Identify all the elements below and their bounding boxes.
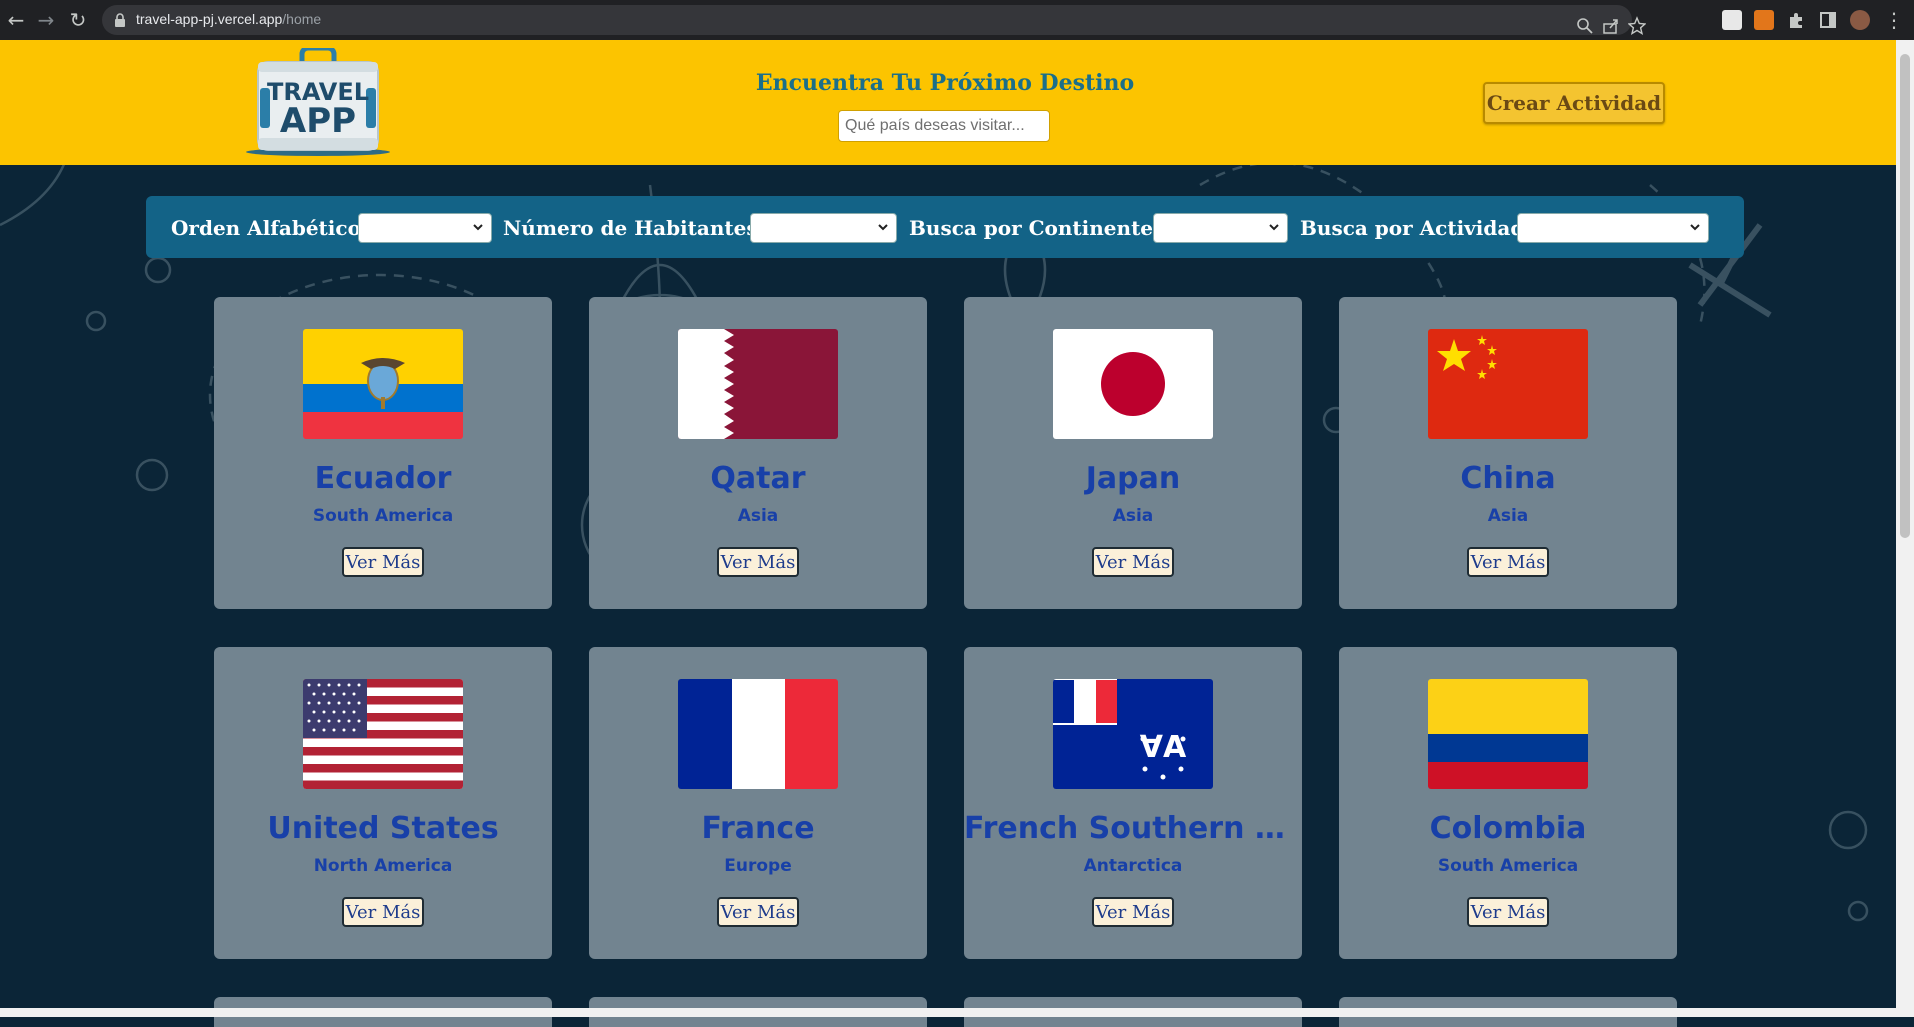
view-more-button[interactable]: Ver Más — [1467, 897, 1549, 927]
view-more-button[interactable]: Ver Más — [342, 547, 424, 577]
population-select[interactable] — [750, 213, 897, 243]
country-card[interactable]: United States North America Ver Más — [214, 647, 552, 959]
country-name: China — [1460, 461, 1556, 496]
country-card[interactable]: Japan Asia Ver Más — [964, 297, 1302, 609]
share-icon[interactable] — [1602, 16, 1620, 36]
bookmark-star-icon[interactable] — [1628, 16, 1646, 36]
scrollbar-thumb[interactable] — [1900, 54, 1910, 538]
view-more-button[interactable]: Ver Más — [717, 897, 799, 927]
view-more-button[interactable]: Ver Más — [1092, 547, 1174, 577]
side-panel-icon[interactable] — [1818, 10, 1838, 30]
vertical-scrollbar[interactable] — [1896, 40, 1914, 1017]
country-card[interactable]: ⱯA French Southern and ... Antarctica Ve… — [964, 647, 1302, 959]
reload-icon[interactable]: ↻ — [66, 8, 90, 32]
country-name: United States — [267, 811, 499, 846]
browser-toolbar: ← → ↻ travel-app-pj.vercel.app/home ⋮ — [0, 0, 1914, 40]
travel-app-logo[interactable]: TRAVEL APP — [244, 48, 394, 156]
chevron-down-icon — [878, 224, 888, 231]
country-continent: Asia — [1112, 506, 1154, 526]
country-name: Japan — [1085, 461, 1181, 496]
extensions-puzzle-icon[interactable] — [1786, 10, 1806, 30]
site-header: TRAVEL APP Encuentra Tu Próximo Destino … — [0, 40, 1896, 165]
filter-bar: Orden Alfabético Número de Habitantes Bu… — [146, 196, 1744, 258]
url-text: travel-app-pj.vercel.app/home — [136, 11, 322, 27]
colombia-flag — [1428, 679, 1588, 789]
country-card[interactable]: Ecuador South America Ver Más — [214, 297, 552, 609]
united-states-flag — [303, 679, 463, 789]
filter-label-alphabetical: Orden Alfabético — [171, 216, 361, 240]
country-card[interactable]: Qatar Asia Ver Más — [589, 297, 927, 609]
ecuador-flag — [303, 329, 463, 439]
country-continent: North America — [313, 856, 453, 876]
country-continent: Europe — [724, 856, 792, 876]
page-title: Encuentra Tu Próximo Destino — [755, 70, 1135, 96]
continent-select[interactable] — [1153, 213, 1288, 243]
japan-flag — [1053, 329, 1213, 439]
chevron-down-icon — [1269, 224, 1279, 231]
country-continent: Antarctica — [1083, 856, 1183, 876]
country-name: Colombia — [1429, 811, 1587, 846]
country-continent: South America — [312, 506, 454, 526]
country-card[interactable]: China Asia Ver Más — [1339, 297, 1677, 609]
metamask-extension-icon[interactable] — [1754, 10, 1774, 30]
view-more-button[interactable]: Ver Más — [717, 547, 799, 577]
menu-kebab-icon[interactable]: ⋮ — [1884, 8, 1904, 32]
country-search-input[interactable] — [838, 110, 1050, 142]
filter-label-continent: Busca por Continentes — [909, 216, 1165, 240]
lock-icon — [115, 13, 125, 27]
zoom-icon[interactable] — [1576, 16, 1594, 36]
france-flag — [678, 679, 838, 789]
view-more-button[interactable]: Ver Más — [1092, 897, 1174, 927]
create-activity-button[interactable]: Crear Actividad — [1483, 82, 1665, 124]
country-continent: Asia — [1487, 506, 1529, 526]
china-flag — [1428, 329, 1588, 439]
logo-text-app: APP — [280, 101, 356, 141]
back-icon[interactable]: ← — [4, 8, 28, 32]
country-name: French Southern and ... — [964, 811, 1302, 846]
view-more-button[interactable]: Ver Más — [342, 897, 424, 927]
extension-icon[interactable] — [1722, 10, 1742, 30]
country-name: France — [701, 811, 815, 846]
country-continent: South America — [1437, 856, 1579, 876]
horizontal-scrollbar[interactable] — [0, 1008, 1896, 1017]
qatar-flag — [678, 329, 838, 439]
country-card[interactable]: Colombia South America Ver Más — [1339, 647, 1677, 959]
country-continent: Asia — [737, 506, 779, 526]
country-name: Ecuador — [314, 461, 452, 496]
filter-label-population: Número de Habitantes — [503, 216, 758, 240]
svg-text:ⱯA: ⱯA — [1140, 730, 1187, 765]
forward-icon[interactable]: → — [34, 8, 58, 32]
chevron-down-icon — [1690, 224, 1700, 231]
french-southern-territories-flag: ⱯA — [1053, 679, 1213, 789]
address-bar[interactable]: travel-app-pj.vercel.app/home — [102, 5, 1646, 36]
activity-select[interactable] — [1517, 213, 1709, 243]
view-more-button[interactable]: Ver Más — [1467, 547, 1549, 577]
country-card[interactable]: France Europe Ver Más — [589, 647, 927, 959]
filter-label-activity: Busca por Actividad — [1300, 216, 1525, 240]
country-name: Qatar — [710, 461, 806, 496]
alphabetical-order-select[interactable] — [358, 213, 492, 243]
profile-avatar[interactable] — [1850, 10, 1870, 30]
chevron-down-icon — [473, 224, 483, 231]
